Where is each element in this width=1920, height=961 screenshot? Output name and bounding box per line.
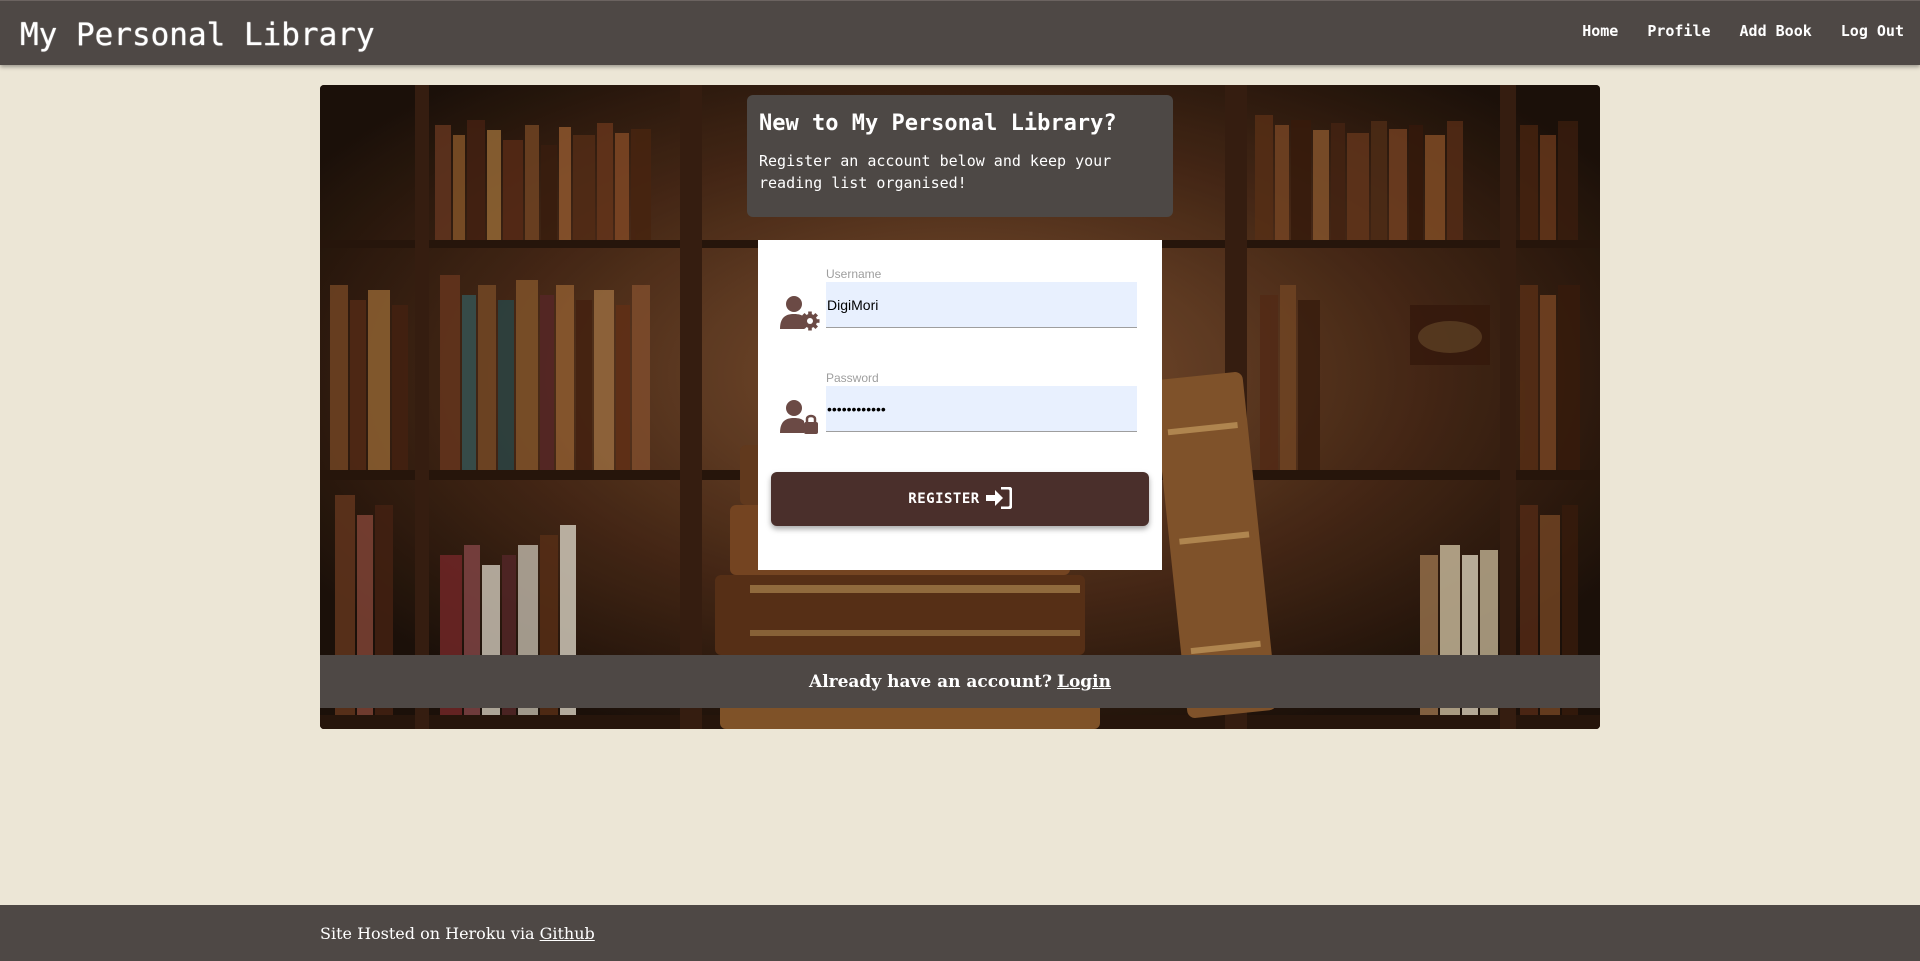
intro-panel: New to My Personal Library? Register an … [747,95,1173,217]
username-label: Username [826,267,882,281]
register-button-label: REGISTER [908,491,980,507]
password-label: Password [826,371,879,385]
footer: Site Hosted on Heroku via Github [0,905,1920,961]
github-link[interactable]: Github [540,924,595,943]
login-link[interactable]: Login [1057,672,1111,692]
navbar: My Personal Library Home Profile Add Boo… [0,0,1920,65]
nav-links: Home Profile Add Book Log Out [1582,22,1904,40]
password-field-group: Password [758,371,1162,441]
login-prompt-bar: Already have an account? Login [320,655,1600,708]
register-form: Username Password REGISTER [758,240,1162,570]
register-button[interactable]: REGISTER [771,472,1149,526]
login-prompt-text: Already have an account? [809,671,1052,692]
nav-link-home[interactable]: Home [1582,22,1618,40]
register-hero: New to My Personal Library? Register an … [320,85,1600,729]
password-input[interactable] [826,386,1137,432]
user-lock-icon [780,399,820,435]
sign-in-icon [985,486,1013,512]
username-input[interactable] [826,282,1137,328]
intro-title: New to My Personal Library? [759,111,1117,136]
footer-content: Site Hosted on Heroku via Github [320,924,595,943]
user-cog-icon [780,295,820,331]
nav-link-log-out[interactable]: Log Out [1841,22,1904,40]
nav-link-add-book[interactable]: Add Book [1740,22,1812,40]
brand-logo[interactable]: My Personal Library [20,17,375,53]
nav-link-profile[interactable]: Profile [1647,22,1710,40]
intro-text: Register an account below and keep your … [759,152,1112,192]
username-field-group: Username [758,267,1162,337]
footer-text: Site Hosted on Heroku via [320,924,535,943]
